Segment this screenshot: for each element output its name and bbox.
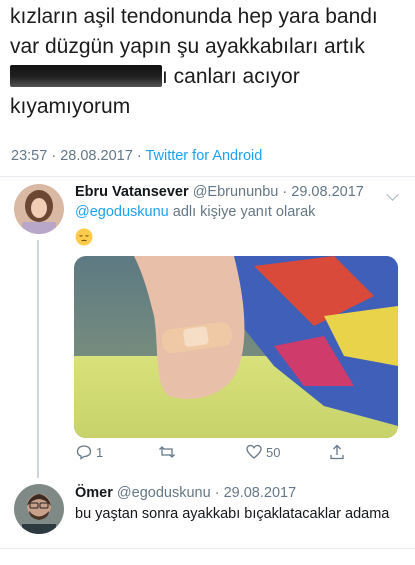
like-count: 50 — [266, 444, 281, 460]
retweet-icon — [159, 446, 175, 458]
tweet-meta: 23:57 · 28.08.2017 · Twitter for Android — [11, 148, 262, 164]
reply-header: Ömer @egoduskunu · 29.08.2017 — [75, 485, 296, 501]
meta-separator: · — [214, 485, 220, 501]
avatar-photo — [14, 484, 64, 534]
reply-count: 1 — [96, 444, 104, 460]
meta-separator: · — [51, 148, 57, 164]
pensive-emoji-icon — [75, 228, 93, 246]
reply-button[interactable]: 1 — [76, 444, 103, 460]
tweet-text-line: ı canları acıyor — [10, 62, 408, 92]
tweet-actions: 1 50 — [74, 444, 374, 466]
reply-header: Ebru Vatansever @Ebrununbu · 29.08.2017 — [75, 184, 364, 200]
meta-separator: · — [136, 148, 142, 164]
user-handle[interactable]: @egoduskunu — [117, 485, 211, 501]
like-button[interactable]: 50 — [246, 444, 280, 460]
reply-date[interactable]: 29.08.2017 — [291, 184, 364, 200]
display-name[interactable]: Ömer — [75, 485, 113, 501]
reply-to-handle[interactable]: @egoduskunu — [75, 204, 169, 220]
main-tweet-text: kızların aşil tendonunda hep yara bandı … — [10, 2, 408, 122]
chevron-down-icon[interactable] — [386, 188, 399, 201]
tweet-text-line: kızların aşil tendonunda hep yara bandı — [10, 5, 378, 28]
tweet-text-line: kıyamıyorum — [10, 95, 131, 118]
retweet-button[interactable] — [158, 444, 180, 460]
tweet-time: 23:57 — [11, 148, 48, 164]
avatar[interactable] — [14, 484, 64, 534]
tweet-text-fragment: ı canları acıyor — [162, 65, 300, 88]
heel-bandage-image — [74, 256, 398, 438]
display-name[interactable]: Ebru Vatansever — [75, 184, 189, 200]
replying-to: @egoduskunu adlı kişiye yanıt olarak — [75, 204, 315, 220]
share-icon — [330, 444, 344, 460]
reply-to-suffix: adlı kişiye yanıt olarak — [168, 204, 316, 220]
user-handle[interactable]: @Ebrununbu — [193, 184, 279, 200]
divider — [0, 176, 415, 177]
tweet-client-link[interactable]: Twitter for Android — [145, 148, 262, 164]
avatar-photo — [14, 184, 64, 234]
redaction-scribble — [10, 65, 162, 87]
meta-separator: · — [282, 184, 288, 200]
like-icon — [246, 444, 262, 459]
tweet-photo[interactable] — [74, 256, 398, 438]
reply-date[interactable]: 29.08.2017 — [224, 485, 297, 501]
share-button[interactable] — [329, 444, 345, 460]
divider — [0, 548, 415, 549]
tweet-text-line: var düzgün yapın şu ayakkabıları artık — [10, 35, 365, 58]
thread-line — [37, 240, 39, 478]
tweet-date: 28.08.2017 — [60, 148, 133, 164]
reply-text: bu yaştan sonra ayakkabı bıçaklatacaklar… — [75, 506, 390, 522]
avatar[interactable] — [14, 184, 64, 234]
reply-icon — [76, 445, 92, 460]
